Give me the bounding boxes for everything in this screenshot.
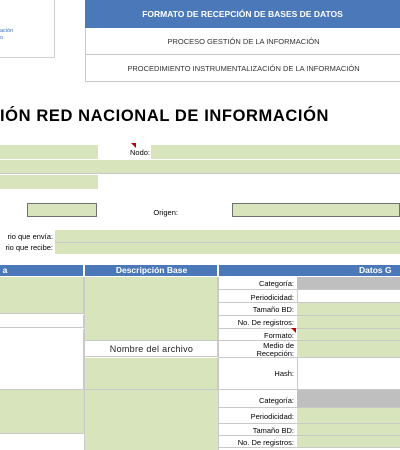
- periodicidad-label: Periodicidad:: [250, 293, 294, 302]
- periodicidad-field[interactable]: [297, 290, 400, 302]
- hash-field[interactable]: [297, 358, 400, 389]
- formato-label: Formato:: [263, 331, 294, 340]
- left-cell-4[interactable]: [0, 390, 84, 434]
- col-datos-label: Datos G: [359, 265, 392, 275]
- formato-field[interactable]: [297, 329, 400, 340]
- categoria-label: Categoría:: [258, 279, 294, 288]
- registros-field-2[interactable]: [297, 436, 400, 447]
- table-header-left: a: [0, 265, 84, 276]
- categoria-label-2: Categoría:: [258, 396, 294, 405]
- tamano-field[interactable]: [297, 303, 400, 315]
- registros-label: No. De registros:: [237, 318, 294, 327]
- process-row: PROCESO GESTIÓN DE LA INFORMACIÓN: [85, 28, 400, 55]
- left-cell-5[interactable]: [0, 435, 84, 450]
- comment-marker: [131, 143, 136, 148]
- categoria-field[interactable]: [297, 277, 400, 289]
- col-desc-label: Descripción Base: [115, 265, 188, 275]
- tamano-field-2[interactable]: [297, 424, 400, 435]
- desc-cell-3[interactable]: [85, 390, 218, 450]
- nodo-field[interactable]: [151, 145, 400, 159]
- row-divider: [219, 447, 400, 448]
- recibe-label: rio que recibe:: [5, 243, 53, 252]
- periodicidad-field-2[interactable]: [297, 408, 400, 423]
- form-title: FORMATO DE RECEPCIÓN DE BASES DE DATOS: [142, 9, 343, 19]
- field-row-3[interactable]: [0, 175, 98, 189]
- registros-label-2: No. De registros:: [237, 438, 294, 447]
- tamano-label-2: Tamaño BD:: [252, 426, 294, 435]
- procedure-label: PROCEDIMIENTO INSTRUMENTALIZACIÓN DE LA …: [127, 64, 360, 73]
- envia-label: rio que envía:: [7, 232, 53, 241]
- logo-mark: ación o: [0, 28, 14, 41]
- recibe-field[interactable]: [55, 242, 400, 254]
- table-header-datos: Datos G: [219, 265, 400, 276]
- left-cell-3[interactable]: [0, 329, 84, 389]
- logo-area: ación o: [0, 0, 55, 58]
- process-label: PROCESO GESTIÓN DE LA INFORMACIÓN: [167, 37, 320, 46]
- origen-label: Origen:: [153, 208, 178, 217]
- left-cell-1[interactable]: [0, 277, 84, 314]
- categoria-field-2[interactable]: [297, 390, 400, 407]
- procedure-row: PROCEDIMIENTO INSTRUMENTALIZACIÓN DE LA …: [85, 55, 400, 82]
- envia-field[interactable]: [55, 230, 400, 242]
- form-title-bar: FORMATO DE RECEPCIÓN DE BASES DE DATOS: [85, 0, 400, 28]
- left-cell-2[interactable]: [0, 315, 84, 328]
- hash-label: Hash:: [274, 369, 294, 378]
- desc-cell-2[interactable]: [85, 358, 218, 389]
- nombre-archivo-label: Nombre del archivo: [109, 344, 194, 354]
- field-row-2[interactable]: [0, 160, 400, 174]
- periodicidad-label-2: Periodicidad:: [250, 412, 294, 421]
- origen-field[interactable]: [232, 203, 400, 217]
- tamano-label: Tamaño BD:: [252, 305, 294, 314]
- col-left-label: a: [2, 265, 8, 275]
- desc-cell-1[interactable]: [85, 277, 218, 340]
- nodo-label: Nodo:: [129, 148, 150, 157]
- date-field[interactable]: [27, 203, 97, 217]
- comment-marker: [291, 328, 296, 333]
- field-row-1-left[interactable]: [0, 145, 98, 159]
- medio-field[interactable]: [297, 341, 400, 357]
- nombre-archivo-cell: Nombre del archivo: [85, 340, 218, 357]
- registros-field[interactable]: [297, 316, 400, 328]
- document-title: IÓN RED NACIONAL DE INFORMACIÓN: [0, 107, 330, 125]
- table-header-desc: Descripción Base: [85, 265, 218, 276]
- col-divider-right: [218, 277, 219, 450]
